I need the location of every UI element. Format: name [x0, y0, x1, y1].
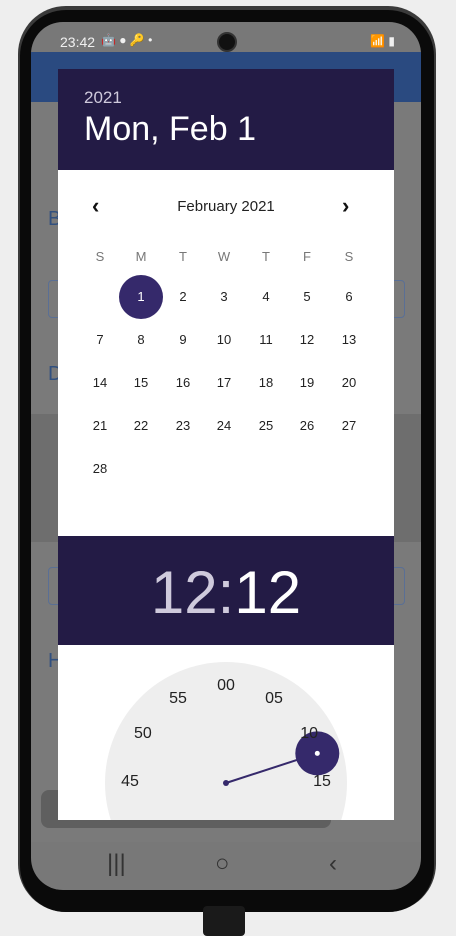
- clock-hand-knob-dot: [314, 750, 320, 756]
- calendar-day[interactable]: 15: [121, 363, 161, 403]
- time-display: 12:12: [58, 558, 394, 627]
- minute-label[interactable]: 00: [210, 677, 242, 697]
- calendar-day[interactable]: 24: [204, 406, 244, 446]
- minute-label[interactable]: 50: [127, 725, 159, 745]
- calendar-day-selected[interactable]: 1: [119, 275, 163, 319]
- calendar-day[interactable]: 11: [246, 320, 286, 360]
- calendar-day[interactable]: 16: [163, 363, 203, 403]
- time-header: 12:12: [58, 536, 394, 645]
- home-icon[interactable]: ○: [215, 850, 230, 878]
- calendar-day[interactable]: 6: [329, 277, 369, 317]
- weekday-label: T: [179, 249, 187, 264]
- calendar-day[interactable]: 5: [287, 277, 327, 317]
- calendar-day[interactable]: 22: [121, 406, 161, 446]
- minute-label[interactable]: 15: [306, 773, 338, 793]
- recents-icon[interactable]: |||: [107, 850, 126, 878]
- calendar-day[interactable]: 4: [246, 277, 286, 317]
- camera-icon: [217, 32, 237, 52]
- calendar-day[interactable]: 27: [329, 406, 369, 446]
- usb-cable: [203, 906, 245, 936]
- calendar-day[interactable]: 13: [329, 320, 369, 360]
- hour-display[interactable]: 12: [151, 559, 218, 626]
- system-nav-bar: ||| ○ ‹: [31, 842, 421, 890]
- selected-date-label[interactable]: Mon, Feb 1: [84, 110, 256, 149]
- calendar-day[interactable]: 28: [80, 449, 120, 489]
- status-time: 23:42: [60, 34, 96, 50]
- calendar-day[interactable]: 9: [163, 320, 203, 360]
- notification-icons: 🤖 ● 🔑 •: [101, 33, 153, 47]
- weekday-label: F: [303, 249, 311, 264]
- minute-clock-face[interactable]: 00 05 10 15 45 50 55: [105, 662, 347, 820]
- calendar-day[interactable]: 20: [329, 363, 369, 403]
- minute-label[interactable]: 10: [293, 725, 325, 745]
- calendar-day[interactable]: 21: [80, 406, 120, 446]
- back-icon[interactable]: ‹: [329, 850, 337, 878]
- clock-center-dot: [223, 780, 229, 786]
- year-label[interactable]: 2021: [84, 88, 122, 108]
- minute-label[interactable]: 05: [258, 690, 290, 710]
- minute-display[interactable]: 12: [234, 559, 301, 626]
- calendar-day[interactable]: 23: [163, 406, 203, 446]
- time-separator: :: [217, 559, 235, 626]
- date-time-picker-dialog: 2021 Mon, Feb 1 ‹ February 2021 › SMTWTF…: [58, 69, 394, 820]
- calendar-day[interactable]: 25: [246, 406, 286, 446]
- calendar-day[interactable]: 2: [163, 277, 203, 317]
- calendar-day[interactable]: 12: [287, 320, 327, 360]
- weekday-label: T: [262, 249, 270, 264]
- calendar-day[interactable]: 18: [246, 363, 286, 403]
- status-bar: 23:42 🤖 ● 🔑 • 📶 ▮: [31, 22, 421, 52]
- calendar-day[interactable]: 8: [121, 320, 161, 360]
- next-month-icon[interactable]: ›: [342, 193, 349, 219]
- calendar-day[interactable]: 19: [287, 363, 327, 403]
- month-navigation: ‹ February 2021 ›: [58, 187, 394, 227]
- date-header: 2021 Mon, Feb 1: [58, 69, 394, 170]
- minute-label[interactable]: 55: [162, 690, 194, 710]
- calendar-day[interactable]: 3: [204, 277, 244, 317]
- calendar-day[interactable]: 7: [80, 320, 120, 360]
- weekday-label: S: [344, 249, 354, 264]
- weekday-label: M: [135, 249, 147, 264]
- weekday-label: S: [95, 249, 105, 264]
- signal-battery-icons: 📶 ▮: [370, 34, 395, 48]
- calendar-day[interactable]: 10: [204, 320, 244, 360]
- minute-label[interactable]: 45: [114, 773, 146, 793]
- calendar-day[interactable]: 14: [80, 363, 120, 403]
- weekday-label: W: [217, 249, 231, 264]
- calendar-day[interactable]: 26: [287, 406, 327, 446]
- calendar-day[interactable]: 17: [204, 363, 244, 403]
